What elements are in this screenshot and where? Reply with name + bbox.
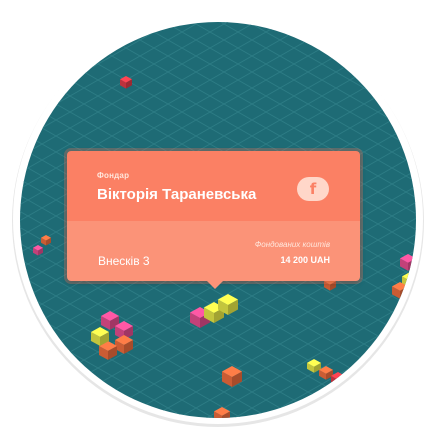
facebook-icon[interactable]: f <box>297 177 329 201</box>
tooltip-pointer <box>206 280 224 289</box>
tooltip-footer <box>67 221 360 281</box>
contributor-name[interactable]: Вікторія Тараневська <box>97 186 256 203</box>
contributor-tooltip: Фондар Вікторія Тараневська f Внесків 3 … <box>67 151 360 289</box>
role-label: Фондар <box>97 171 130 180</box>
contributions-count: Внесків 3 <box>98 254 150 268</box>
block-face <box>20 114 25 150</box>
funded-label: Фондованих коштів <box>254 240 330 249</box>
tooltip-header: Фондар Вікторія Тараневська f <box>67 151 360 221</box>
funded-amount: 14 200 UAH <box>280 255 330 265</box>
block-face <box>20 110 34 120</box>
